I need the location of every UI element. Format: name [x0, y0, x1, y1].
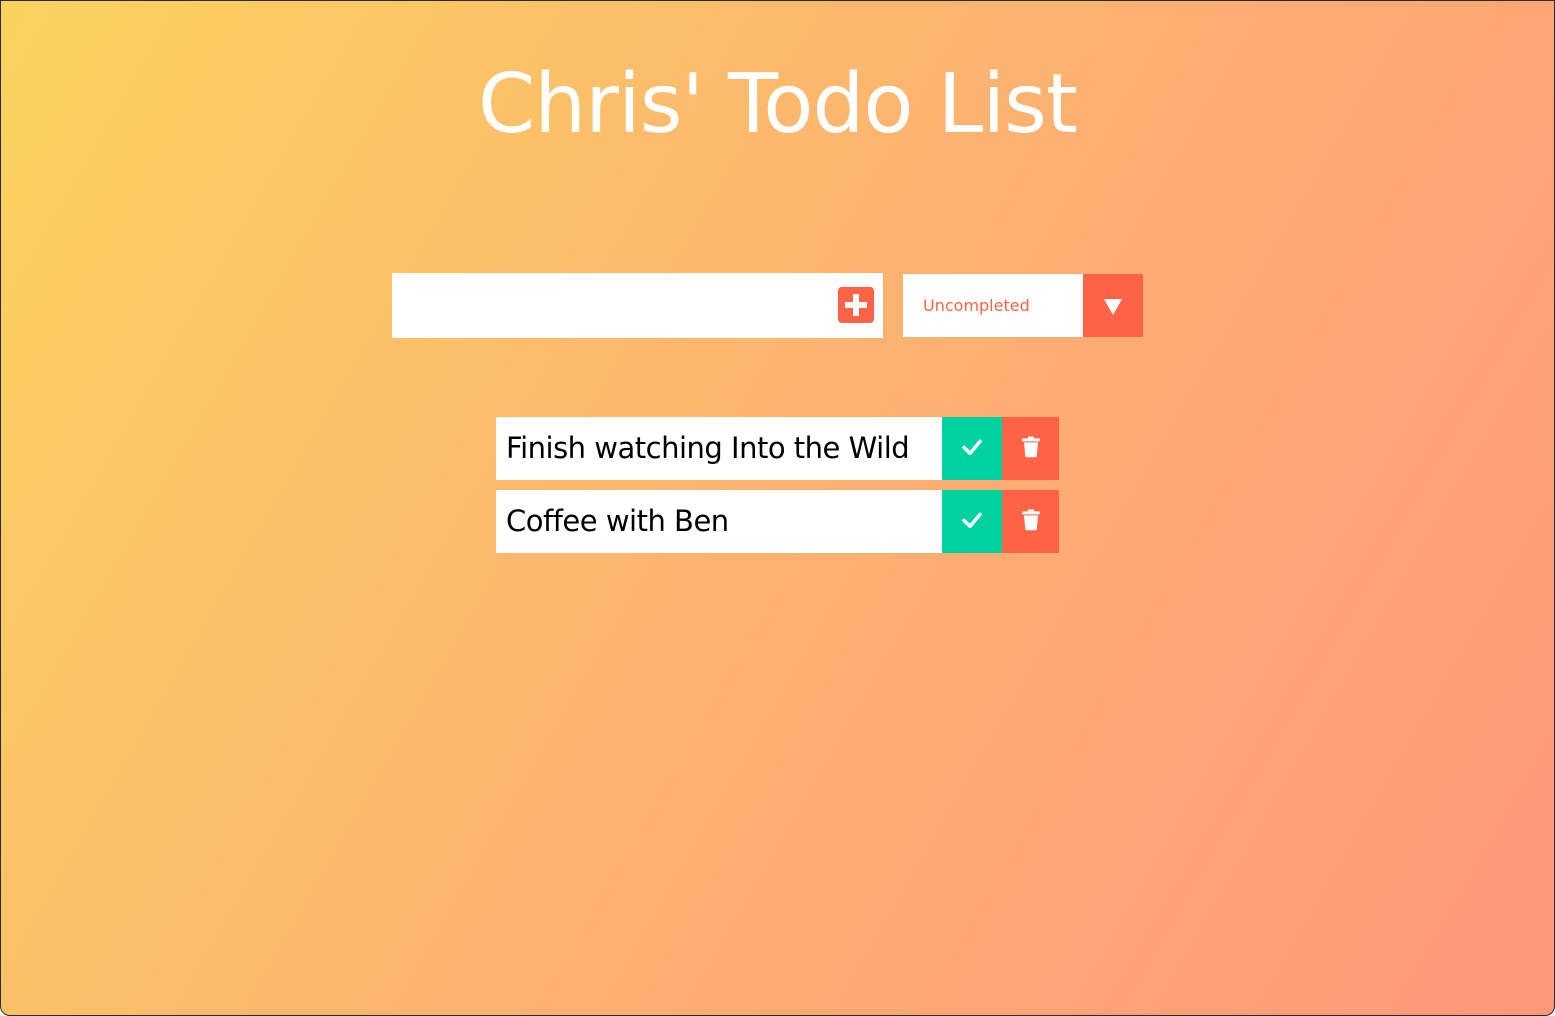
trash-icon [1021, 435, 1040, 457]
add-todo-button[interactable] [838, 287, 874, 323]
plus-square-icon [845, 294, 867, 316]
app-window: Chris' Todo List Uncompleted Finish watc… [0, 0, 1555, 1016]
complete-button[interactable] [942, 417, 1002, 480]
filter-dropdown-button[interactable] [1083, 274, 1143, 337]
todo-form [392, 273, 883, 338]
filter-select[interactable]: Uncompleted [903, 274, 1143, 337]
todo-text: Finish watching Into the Wild [506, 431, 910, 465]
check-icon [962, 439, 982, 455]
caret-down-icon [1104, 299, 1122, 315]
todo-list: Finish watching Into the Wild Coffee wit… [496, 417, 1059, 563]
todo-input[interactable] [392, 273, 832, 338]
delete-button[interactable] [1002, 490, 1059, 553]
todo-item: Coffee with Ben [496, 490, 1059, 553]
page-title: Chris' Todo List [478, 57, 1078, 152]
delete-button[interactable] [1002, 417, 1059, 480]
todo-item: Finish watching Into the Wild [496, 417, 1059, 480]
complete-button[interactable] [942, 490, 1002, 553]
trash-icon [1021, 508, 1040, 530]
check-icon [962, 512, 982, 528]
filter-selected-value: Uncompleted [923, 296, 1030, 315]
todo-text: Coffee with Ben [506, 504, 729, 538]
